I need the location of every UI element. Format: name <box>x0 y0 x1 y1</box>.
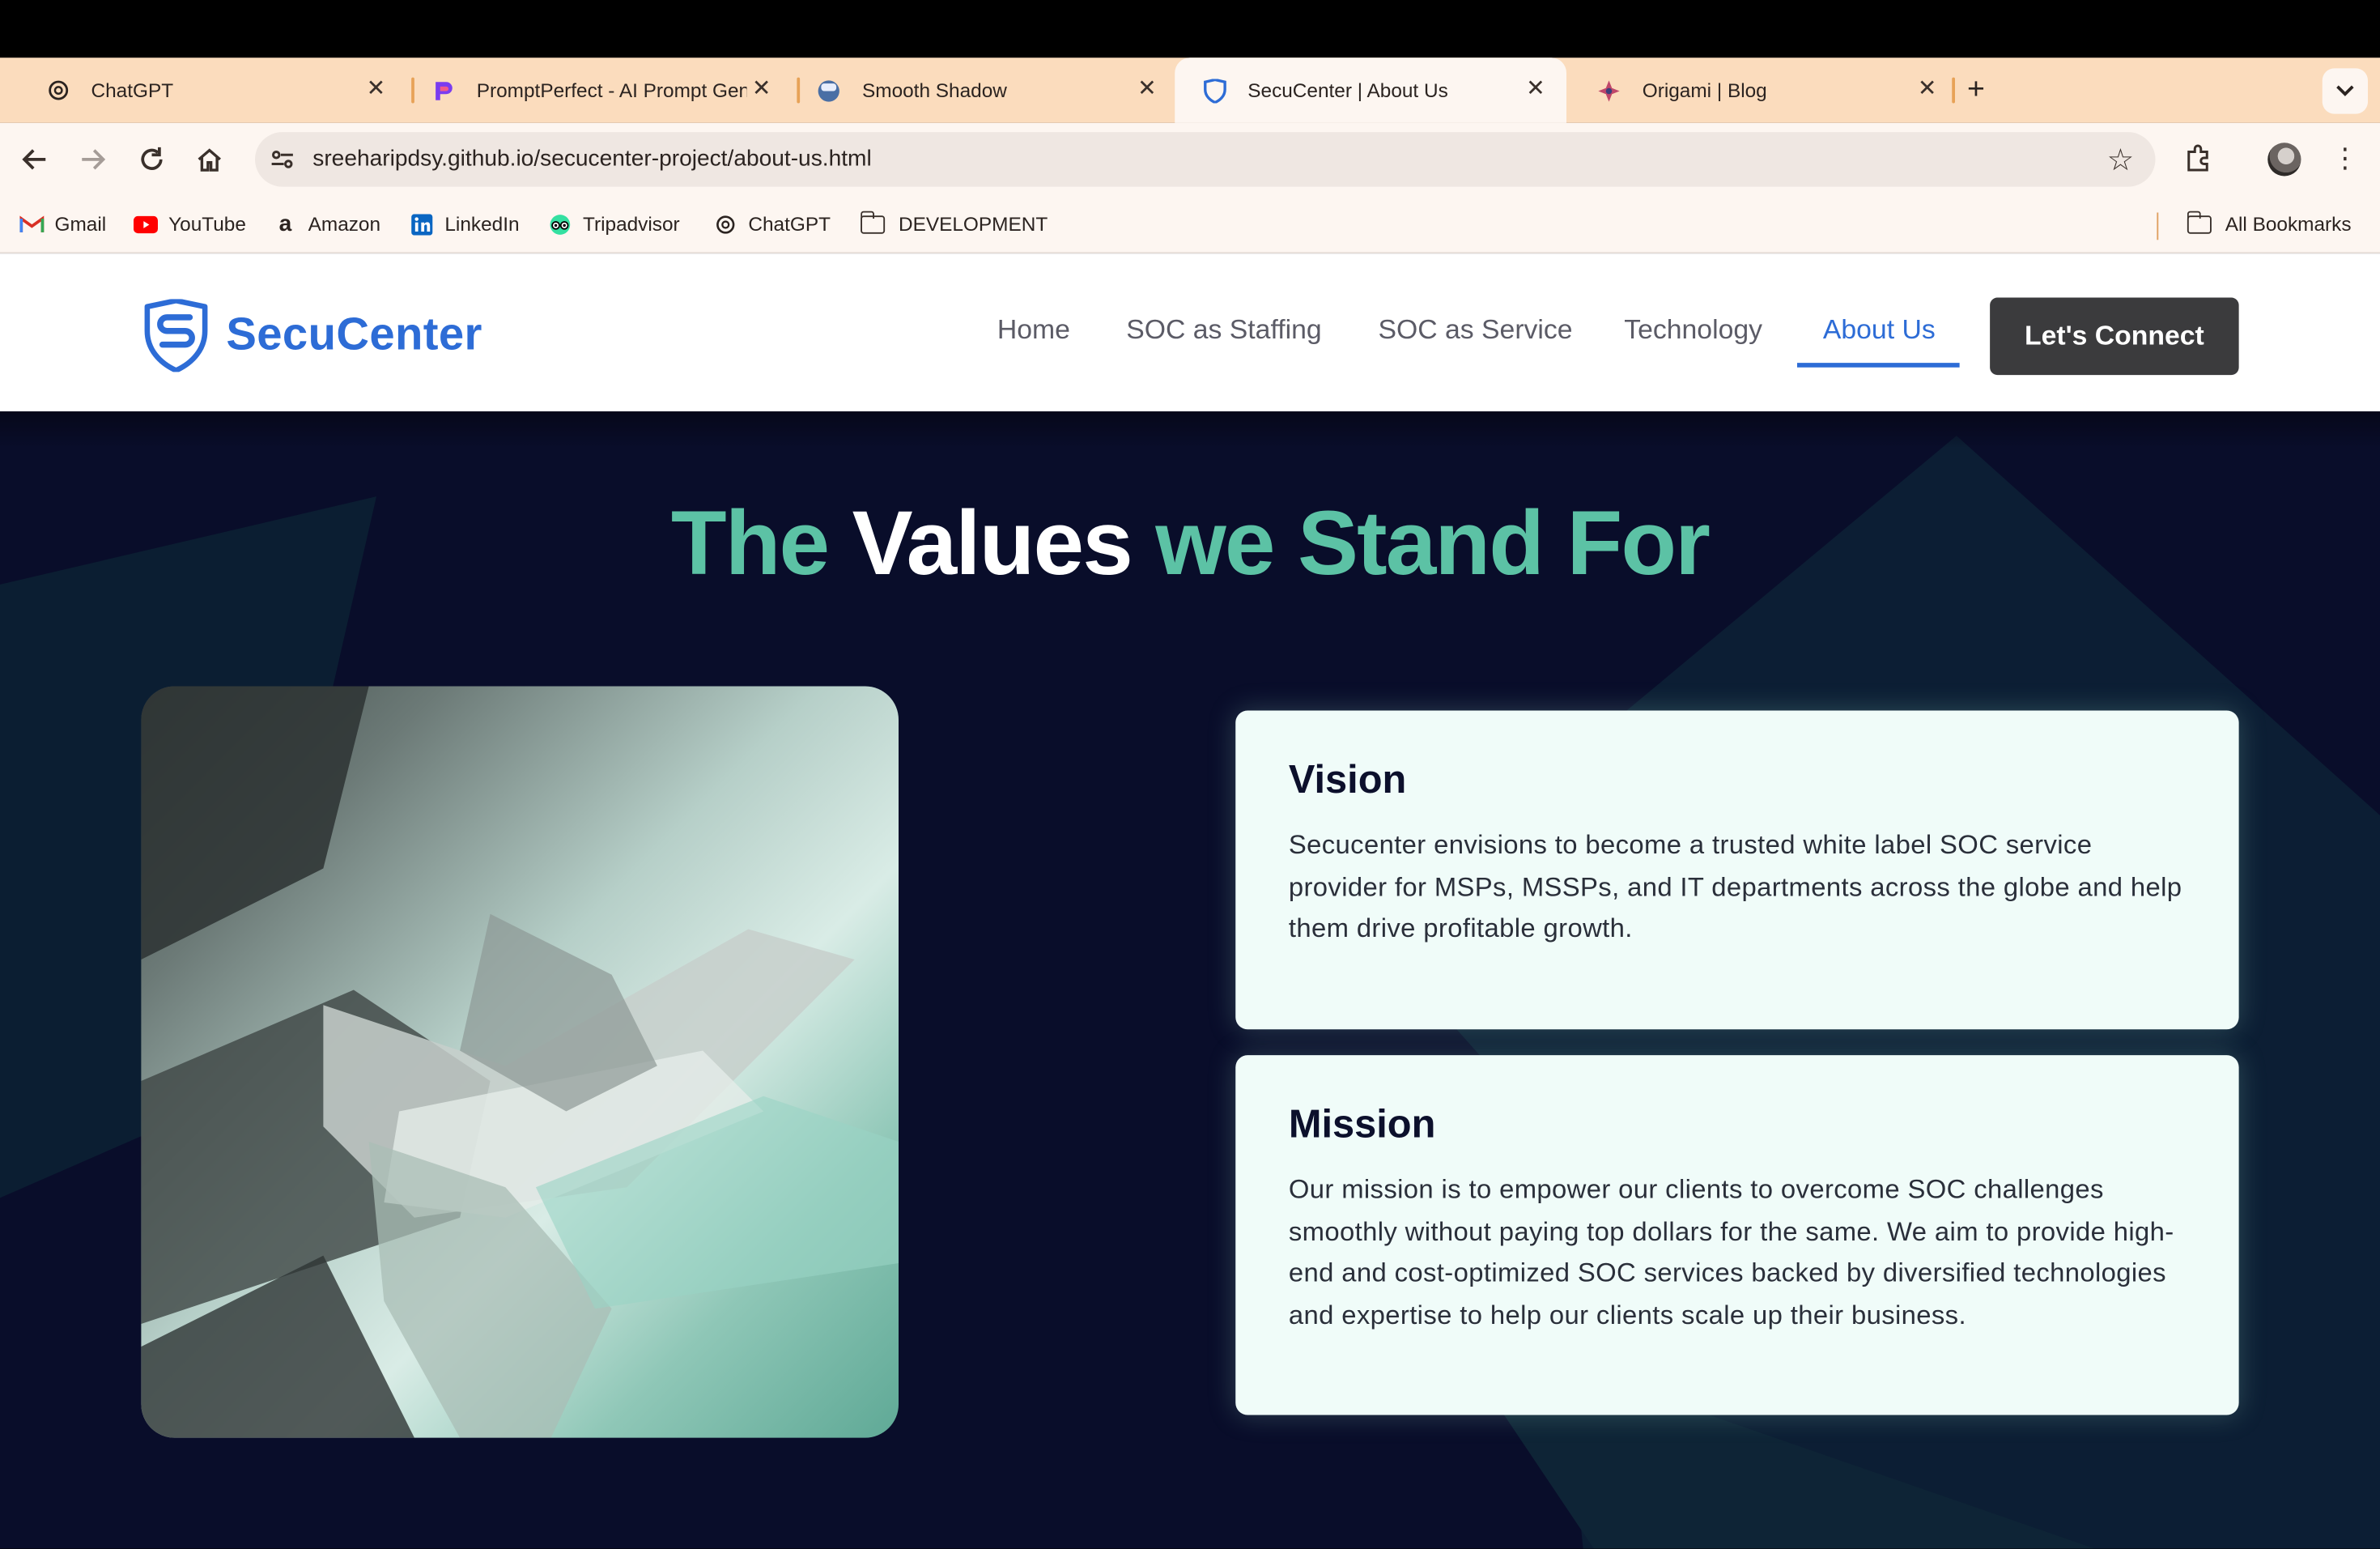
chevron-down-icon <box>2336 85 2355 97</box>
bookmark-chatgpt[interactable]: ChatGPT <box>713 213 831 236</box>
folder-icon <box>861 215 885 233</box>
active-nav-indicator <box>1797 363 1960 368</box>
arrow-right-icon <box>79 146 107 173</box>
mission-title: Mission <box>1289 1100 2186 1147</box>
vision-title: Vision <box>1289 756 2186 803</box>
close-icon[interactable]: ✕ <box>752 78 771 102</box>
brand-name: SecuCenter <box>226 310 482 362</box>
tab-label: PromptPerfect - AI Prompt Generator <box>477 79 747 102</box>
lets-connect-button[interactable]: Let's Connect <box>1990 298 2239 376</box>
bookmarks-divider <box>2157 213 2158 240</box>
tab-promptperfect[interactable]: PromptPerfect - AI Prompt Generator ✕ <box>395 57 793 123</box>
vision-card: Vision Secucenter envisions to become a … <box>1235 711 2238 1030</box>
nav-soc-as-service[interactable]: SOC as Service <box>1379 314 1573 346</box>
gmail-icon <box>19 213 44 234</box>
forward-button[interactable] <box>74 141 111 177</box>
reload-button[interactable] <box>134 141 170 177</box>
bookmark-amazon[interactable]: a Amazon <box>274 213 381 236</box>
bookmark-linkedin[interactable]: LinkedIn <box>410 213 519 236</box>
tab-smooth-shadow[interactable]: Smooth Shadow ✕ <box>780 57 1178 123</box>
chatgpt-icon <box>45 79 70 103</box>
home-icon <box>196 146 223 173</box>
smooth-shadow-icon <box>817 79 841 103</box>
brand-logo[interactable]: SecuCenter <box>142 299 482 372</box>
promptperfect-icon <box>431 79 456 103</box>
bookmark-label: LinkedIn <box>444 213 519 236</box>
site-info-icon[interactable] <box>269 146 296 173</box>
tab-label: SecuCenter | About Us <box>1247 79 1521 102</box>
vision-text: Secucenter envisions to become a trusted… <box>1289 824 2186 950</box>
youtube-icon <box>134 213 158 234</box>
close-icon[interactable]: ✕ <box>1137 78 1157 102</box>
browser-toolbar: sreeharipdsy.github.io/secucenter-projec… <box>0 123 2380 194</box>
nav-about-us[interactable]: About Us <box>1823 314 1936 346</box>
shield-logo-icon <box>142 299 210 372</box>
home-button[interactable] <box>191 141 227 177</box>
close-icon[interactable]: ✕ <box>1918 78 1937 102</box>
bookmark-label: Tripadvisor <box>583 213 680 236</box>
bookmark-label: DEVELOPMENT <box>899 213 1048 236</box>
reload-icon <box>138 146 166 173</box>
bookmark-tripadvisor[interactable]: Tripadvisor <box>548 213 680 236</box>
bookmark-folder-development[interactable]: DEVELOPMENT <box>861 213 1048 236</box>
extensions-icon[interactable] <box>2181 141 2214 174</box>
tab-label: Origami | Blog <box>1643 79 1916 102</box>
amazon-icon: a <box>274 213 298 234</box>
more-menu-icon[interactable]: ⋮ <box>2331 141 2359 174</box>
origami-icon <box>1597 79 1621 103</box>
tab-label: Smooth Shadow <box>862 79 1136 102</box>
profile-avatar[interactable] <box>2267 143 2301 176</box>
close-icon[interactable]: ✕ <box>1526 78 1545 102</box>
bookmark-label: ChatGPT <box>748 213 831 236</box>
section-title: The Values we Stand For <box>0 491 2380 595</box>
nav-technology[interactable]: Technology <box>1624 314 1762 346</box>
nav-soc-as-staffing[interactable]: SOC as Staffing <box>1126 314 1321 346</box>
tab-separator <box>1952 78 1955 104</box>
all-bookmarks-label: All Bookmarks <box>2225 213 2352 236</box>
close-icon[interactable]: ✕ <box>367 78 386 102</box>
bookmark-gmail[interactable]: Gmail <box>19 213 106 236</box>
linkedin-icon <box>410 213 434 234</box>
teamwork-hands-image <box>141 687 899 1438</box>
mission-text: Our mission is to empower our clients to… <box>1289 1169 2186 1336</box>
address-bar[interactable]: sreeharipdsy.github.io/secucenter-projec… <box>255 132 2156 187</box>
bookmark-youtube[interactable]: YouTube <box>134 213 246 236</box>
all-bookmarks-button[interactable]: All Bookmarks <box>2187 213 2352 236</box>
tab-strip: ChatGPT ✕ PromptPerfect - AI Prompt Gene… <box>0 57 2380 123</box>
url-text: sreeharipdsy.github.io/secucenter-projec… <box>312 146 871 172</box>
folder-icon <box>2187 215 2212 233</box>
bookmark-label: Gmail <box>55 213 107 236</box>
nav-home[interactable]: Home <box>997 314 1070 346</box>
bookmark-label: YouTube <box>168 213 246 236</box>
arrow-left-icon <box>21 146 49 173</box>
values-section: The Values we Stand For Vision Secucente… <box>0 411 2380 1548</box>
tab-label: ChatGPT <box>91 79 319 102</box>
tripadvisor-icon <box>548 213 572 234</box>
bookmarks-bar: Gmail YouTube a Amazon LinkedIn Tripadvi… <box>0 194 2380 253</box>
tab-origami-blog[interactable]: Origami | Blog ✕ <box>1561 57 1958 123</box>
tab-search-button[interactable] <box>2323 68 2368 113</box>
tab-chatgpt[interactable]: ChatGPT ✕ <box>9 57 406 123</box>
chatgpt-icon <box>713 213 737 234</box>
bookmark-label: Amazon <box>308 213 380 236</box>
tab-secucenter-about[interactable]: SecuCenter | About Us ✕ <box>1175 57 1566 123</box>
header-shadow <box>0 411 2380 448</box>
browser-window: ChatGPT ✕ PromptPerfect - AI Prompt Gene… <box>0 0 2380 1549</box>
bookmark-star-icon[interactable]: ☆ <box>2107 141 2135 179</box>
mission-card: Mission Our mission is to empower our cl… <box>1235 1055 2238 1415</box>
back-button[interactable] <box>17 141 53 177</box>
new-tab-button[interactable]: + <box>1967 73 1985 106</box>
secucenter-shield-icon <box>1202 79 1226 103</box>
